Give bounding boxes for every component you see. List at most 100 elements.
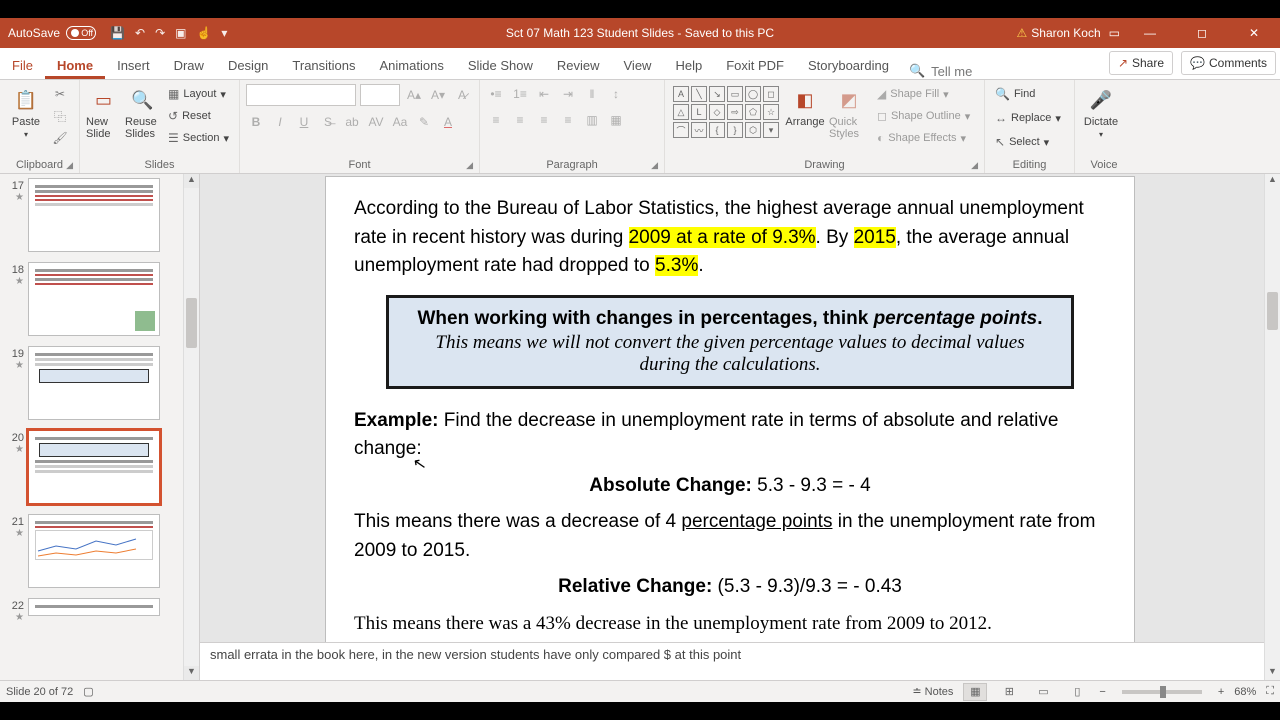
scroll-up-icon[interactable]: ▲ <box>1265 174 1280 188</box>
minimize-button[interactable]: — <box>1128 18 1172 48</box>
accessibility-icon[interactable]: ▢ <box>83 685 93 698</box>
close-button[interactable]: ✕ <box>1232 18 1276 48</box>
tab-file[interactable]: File <box>0 51 45 79</box>
justify-button[interactable]: ≡ <box>558 110 578 130</box>
thumbnail-slide-19[interactable]: 19★ <box>4 346 199 420</box>
tab-design[interactable]: Design <box>216 51 280 79</box>
bold-button[interactable]: B <box>246 112 266 132</box>
arrange-button[interactable]: ◧Arrange <box>785 84 825 130</box>
zoom-in-button[interactable]: + <box>1218 686 1224 698</box>
save-icon[interactable]: 💾 <box>110 26 125 40</box>
tab-slideshow[interactable]: Slide Show <box>456 51 545 79</box>
font-name-input[interactable] <box>246 84 356 106</box>
strike-button[interactable]: S̶ <box>318 112 338 132</box>
user-badge[interactable]: ⚠ Sharon Koch <box>1017 26 1101 40</box>
dialog-launcher-icon[interactable]: ◢ <box>66 160 73 171</box>
zoom-level[interactable]: 68% <box>1234 686 1256 698</box>
italic-button[interactable]: I <box>270 112 290 132</box>
align-center-button[interactable]: ≡ <box>510 110 530 130</box>
thumbnail-slide-18[interactable]: 18★ <box>4 262 199 336</box>
font-size-input[interactable] <box>360 84 400 106</box>
reset-button[interactable]: ↺Reset <box>164 106 233 126</box>
touch-icon[interactable]: ☝ <box>196 26 211 40</box>
sorter-view-button[interactable]: ⊞ <box>997 683 1021 701</box>
redo-icon[interactable]: ↷ <box>155 26 165 40</box>
cut-button[interactable]: ✂ <box>50 84 70 104</box>
qat-more-icon[interactable]: ▾ <box>221 26 227 40</box>
scroll-down-icon[interactable]: ▼ <box>184 666 199 680</box>
thumbnail-slide-20[interactable]: 20★ <box>4 430 199 504</box>
reuse-slides-button[interactable]: 🔍Reuse Slides <box>125 84 160 142</box>
align-left-button[interactable]: ≡ <box>486 110 506 130</box>
format-painter-button[interactable]: 🖌 <box>50 128 70 148</box>
replace-button[interactable]: ↔Replace ▾ <box>991 108 1065 128</box>
indent-dec-button[interactable]: ⇤ <box>534 84 554 104</box>
comments-button[interactable]: 💬Comments <box>1181 51 1276 75</box>
text-direction-button[interactable]: ↕ <box>606 84 626 104</box>
columns-button[interactable]: ▥ <box>582 110 602 130</box>
tab-review[interactable]: Review <box>545 51 612 79</box>
share-button[interactable]: ↗Share <box>1109 51 1173 75</box>
slideshow-view-button[interactable]: ▯ <box>1065 683 1089 701</box>
indent-inc-button[interactable]: ⇥ <box>558 84 578 104</box>
shape-outline-button[interactable]: ◻Shape Outline ▾ <box>873 106 974 126</box>
dialog-launcher-icon[interactable]: ◢ <box>971 160 978 171</box>
align-right-button[interactable]: ≡ <box>534 110 554 130</box>
shape-gallery[interactable]: A╲↘▭◯◻ △L◇⇨⬠☆ ⌒〰{}⬡▾ <box>671 84 781 140</box>
undo-icon[interactable]: ↶ <box>135 26 145 40</box>
dialog-launcher-icon[interactable]: ◢ <box>466 160 473 171</box>
new-slide-button[interactable]: ▭New Slide <box>86 84 121 142</box>
reading-view-button[interactable]: ▭ <box>1031 683 1055 701</box>
copy-button[interactable]: ⿻ <box>50 106 70 126</box>
clear-format-button[interactable]: A̷ <box>452 85 472 105</box>
select-button[interactable]: ↖Select ▾ <box>991 132 1053 152</box>
tab-animations[interactable]: Animations <box>368 51 456 79</box>
tab-transitions[interactable]: Transitions <box>280 51 367 79</box>
thumbnail-slide-21[interactable]: 21★ <box>4 514 199 588</box>
thumbnail-slide-17[interactable]: 17★ <box>4 178 199 252</box>
numbering-button[interactable]: 1≡ <box>510 84 530 104</box>
spacing-button[interactable]: AV <box>366 112 386 132</box>
scroll-down-icon[interactable]: ▼ <box>1265 666 1280 680</box>
tab-view[interactable]: View <box>612 51 664 79</box>
line-spacing-button[interactable]: ‖ <box>582 84 602 104</box>
zoom-out-button[interactable]: − <box>1099 686 1105 698</box>
notes-toggle[interactable]: ≐ Notes <box>912 685 953 698</box>
slide-counter[interactable]: Slide 20 of 72 <box>6 686 73 698</box>
tab-help[interactable]: Help <box>663 51 714 79</box>
ribbon-display-icon[interactable]: ▭ <box>1109 26 1120 40</box>
normal-view-button[interactable]: ▦ <box>963 683 987 701</box>
layout-button[interactable]: ▦Layout ▾ <box>164 84 233 104</box>
notes-text[interactable]: small errata in the book here, in the ne… <box>210 647 741 662</box>
shape-fill-button[interactable]: ◢Shape Fill ▾ <box>873 84 974 104</box>
fit-window-button[interactable]: ⛶ <box>1266 685 1274 698</box>
tab-draw[interactable]: Draw <box>162 51 216 79</box>
dialog-launcher-icon[interactable]: ◢ <box>651 160 658 171</box>
slide-canvas[interactable]: According to the Bureau of Labor Statist… <box>325 176 1135 663</box>
quick-styles-button[interactable]: ◩Quick Styles <box>829 84 869 142</box>
tab-insert[interactable]: Insert <box>105 51 162 79</box>
shape-effects-button[interactable]: ◐Shape Effects ▾ <box>873 128 974 148</box>
scroll-up-icon[interactable]: ▲ <box>184 174 199 188</box>
maximize-button[interactable]: ◻ <box>1180 18 1224 48</box>
tab-storyboarding[interactable]: Storyboarding <box>796 51 901 79</box>
dictate-button[interactable]: 🎤Dictate▾ <box>1081 84 1121 141</box>
thumbnail-scrollbar[interactable]: ▲ ▼ <box>183 174 199 680</box>
paste-button[interactable]: 📋Paste▾ <box>6 84 46 141</box>
decrease-font-button[interactable]: A▾ <box>428 85 448 105</box>
tab-home[interactable]: Home <box>45 51 105 79</box>
autosave-toggle[interactable]: Off <box>66 26 96 40</box>
notes-pane[interactable]: small errata in the book here, in the ne… <box>200 642 1264 680</box>
section-button[interactable]: ☰Section ▾ <box>164 128 233 148</box>
increase-font-button[interactable]: A▴ <box>404 85 424 105</box>
present-icon[interactable]: ▣ <box>175 26 186 40</box>
case-button[interactable]: Aa <box>390 112 410 132</box>
smartart-button[interactable]: ▦ <box>606 110 626 130</box>
slide-editor[interactable]: According to the Bureau of Labor Statist… <box>200 174 1280 680</box>
find-button[interactable]: 🔍Find <box>991 84 1039 104</box>
bullets-button[interactable]: •≡ <box>486 84 506 104</box>
font-color-button[interactable]: A <box>438 112 458 132</box>
thumbnail-slide-22[interactable]: 22★ <box>4 598 199 623</box>
shadow-button[interactable]: ab <box>342 112 362 132</box>
highlight-button[interactable]: ✎ <box>414 112 434 132</box>
